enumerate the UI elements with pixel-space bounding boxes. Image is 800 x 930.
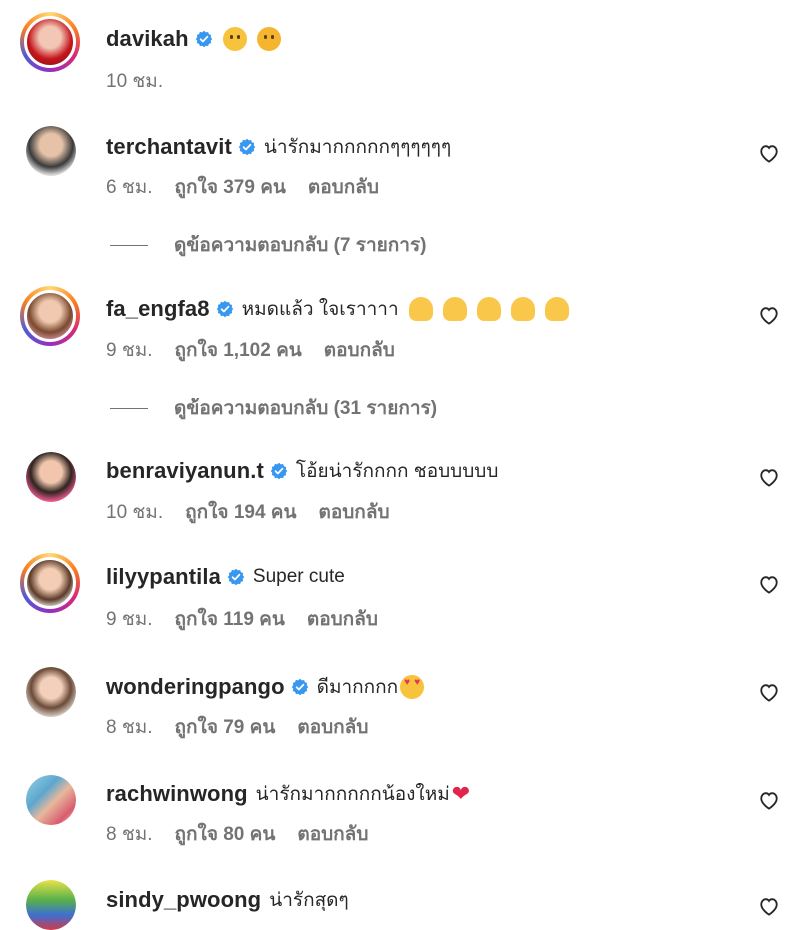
red-heart-emoji-icon: ❤ — [451, 781, 471, 806]
verified-badge-icon — [238, 138, 256, 156]
avatar[interactable] — [26, 667, 76, 717]
like-count[interactable]: ถูกใจ 1,102 คน — [175, 335, 302, 365]
verified-badge-icon — [227, 568, 245, 586]
timestamp[interactable]: 9 ชม. — [106, 335, 153, 365]
reply-button[interactable]: ตอบกลับ — [297, 712, 368, 742]
timestamp[interactable]: 10 ชม. — [106, 66, 163, 96]
avatar[interactable] — [26, 880, 76, 930]
like-count[interactable]: ถูกใจ 79 คน — [175, 712, 276, 742]
timestamp[interactable]: 9 ชม. — [106, 604, 153, 634]
avatar[interactable] — [20, 12, 80, 72]
comment-text: โอ้ยน่ารักกกก ชอบบบบบ — [295, 461, 499, 482]
heart-outline-icon[interactable] — [758, 790, 780, 810]
timestamp[interactable]: 8 ชม. — [106, 712, 153, 742]
avatar[interactable] — [20, 553, 80, 613]
heart-outline-icon[interactable] — [758, 305, 780, 325]
reply-button[interactable]: ตอบกลับ — [307, 604, 378, 634]
verified-badge-icon — [291, 678, 309, 696]
username[interactable]: davikah — [106, 26, 189, 52]
hugging-face-emoji-icon — [544, 297, 569, 321]
heart-outline-icon[interactable] — [758, 467, 780, 487]
confused-face-emoji-icon — [222, 27, 247, 51]
username[interactable]: sindy_pwoong — [106, 887, 261, 913]
view-replies-button[interactable]: ดูข้อความตอบกลับ (7 รายการ) — [110, 230, 427, 260]
view-replies-label[interactable]: ดูข้อความตอบกลับ (7 รายการ) — [174, 230, 427, 260]
verified-badge-icon — [195, 30, 213, 48]
avatar[interactable] — [26, 126, 76, 176]
like-count[interactable]: ถูกใจ 194 คน — [185, 497, 296, 527]
view-replies-label[interactable]: ดูข้อความตอบกลับ (31 รายการ) — [174, 393, 437, 423]
comment-text: หมดแล้ว ใจเราาาา — [241, 299, 399, 320]
username[interactable]: rachwinwong — [106, 781, 248, 807]
avatar[interactable] — [26, 775, 76, 825]
heart-outline-icon[interactable] — [758, 896, 780, 916]
comment-text: น่ารักสุดๆ — [269, 890, 349, 911]
like-count[interactable]: ถูกใจ 379 คน — [175, 172, 286, 202]
username[interactable]: benraviyanun.t — [106, 458, 264, 484]
username[interactable]: fa_engfa8 — [106, 296, 210, 322]
like-count[interactable]: ถูกใจ 119 คน — [175, 604, 285, 634]
heart-outline-icon[interactable] — [758, 574, 780, 594]
timestamp[interactable]: 10 ชม. — [106, 497, 163, 527]
like-count[interactable]: ถูกใจ 80 คน — [175, 819, 276, 849]
replies-divider — [110, 407, 148, 409]
hugging-face-emoji-icon — [408, 297, 433, 321]
comment-text: น่ารักมากกกกกน้องใหม่ — [255, 784, 450, 805]
hugging-face-emoji-icon — [476, 297, 501, 321]
view-replies-button[interactable]: ดูข้อความตอบกลับ (31 รายการ) — [110, 393, 437, 423]
verified-badge-icon — [270, 462, 288, 480]
username[interactable]: wonderingpango — [106, 674, 285, 700]
timestamp[interactable]: 8 ชม. — [106, 819, 153, 849]
heart-outline-icon[interactable] — [758, 682, 780, 702]
squinting-tongue-face-emoji-icon — [256, 27, 281, 51]
hugging-face-emoji-icon — [510, 297, 535, 321]
verified-badge-icon — [216, 300, 234, 318]
replies-divider — [110, 244, 148, 246]
avatar[interactable] — [26, 452, 76, 502]
heart-eyes-face-emoji-icon — [400, 675, 425, 699]
comment-text: น่ารักมากกกกกๆๆๆๆๆๆ — [263, 137, 452, 158]
comment-text: ดีมากกกก — [316, 677, 399, 698]
hugging-face-emoji-icon — [442, 297, 467, 321]
reply-button[interactable]: ตอบกลับ — [319, 497, 390, 527]
reply-button[interactable]: ตอบกลับ — [297, 819, 368, 849]
avatar[interactable] — [20, 286, 80, 346]
reply-button[interactable]: ตอบกลับ — [324, 335, 395, 365]
timestamp[interactable]: 6 ชม. — [106, 172, 153, 202]
username[interactable]: lilyypantila — [106, 564, 221, 590]
comment-text: Super cute — [252, 566, 345, 587]
heart-outline-icon[interactable] — [758, 143, 780, 163]
reply-button[interactable]: ตอบกลับ — [308, 172, 379, 202]
username[interactable]: terchantavit — [106, 134, 232, 160]
